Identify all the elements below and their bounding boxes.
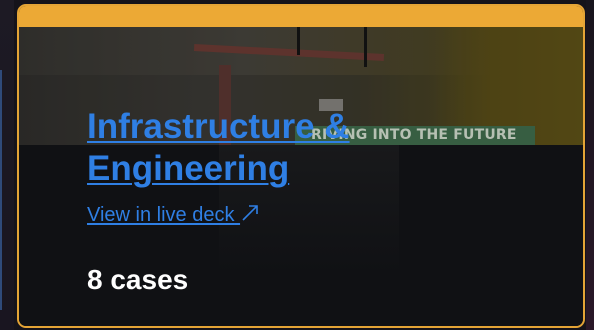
left-edge-background [0,0,14,330]
card-accent-bar [19,6,583,27]
right-edge-background [586,0,594,330]
page: RIVING INTO THE FUTURE Infrastructure & … [0,0,594,330]
case-count: 8 cases [87,264,189,295]
external-link-arrow-icon [240,204,260,226]
card-title-link[interactable]: Infrastructure & Engineering [87,106,417,190]
left-edge-divider [0,70,2,310]
view-live-deck-label: View in live deck [87,204,235,226]
category-card[interactable]: RIVING INTO THE FUTURE Infrastructure & … [17,4,585,328]
view-live-deck-link[interactable]: View in live deck [87,204,260,227]
